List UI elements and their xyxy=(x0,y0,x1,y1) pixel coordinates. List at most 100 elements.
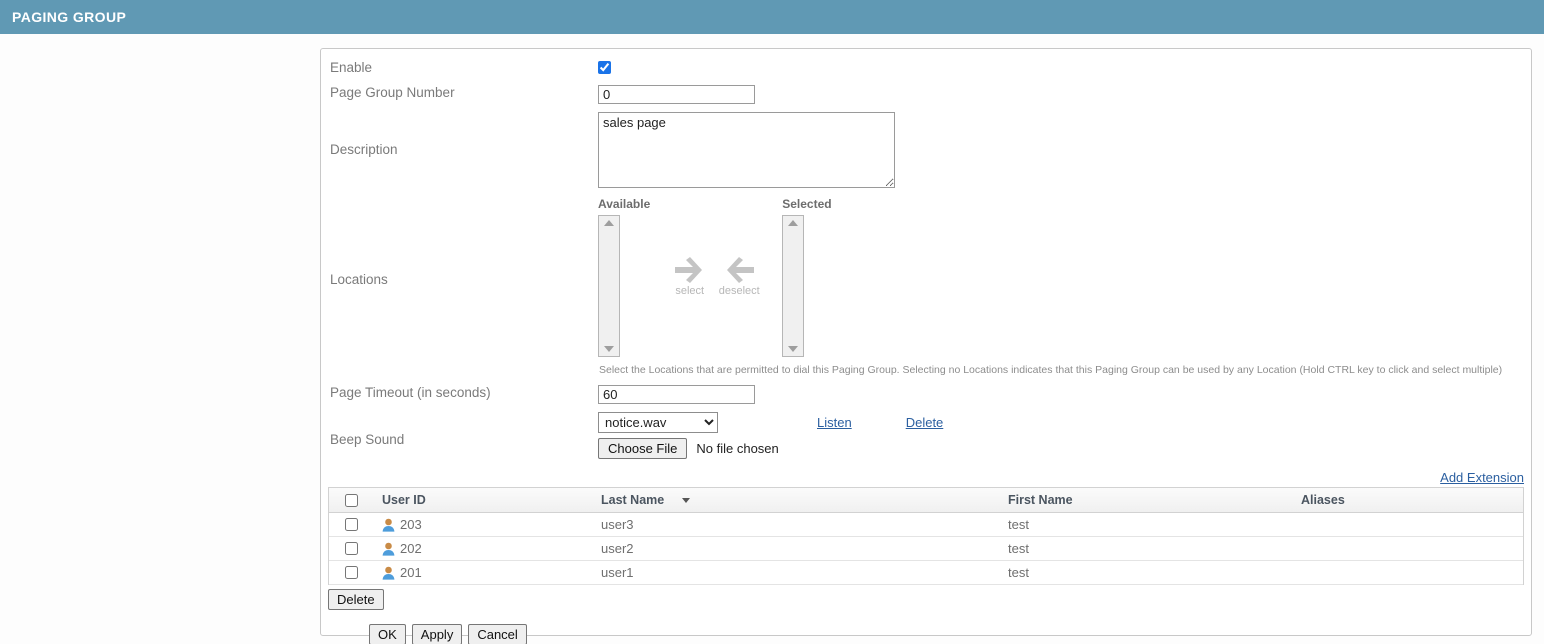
user-icon xyxy=(382,566,395,580)
row-beep-sound: Beep Sound notice.wav Listen Delete Choo… xyxy=(321,412,1531,459)
page-timeout-label: Page Timeout (in seconds) xyxy=(330,385,491,400)
row-enable: Enable xyxy=(321,60,1531,77)
page-header-bar: PAGING GROUP xyxy=(0,0,1544,34)
row-first-name-cell: test xyxy=(999,560,1292,585)
description-label: Description xyxy=(330,142,398,157)
selected-scrollbar[interactable] xyxy=(783,216,804,356)
header-last-name-label: Last Name xyxy=(601,493,665,507)
delete-row: Delete xyxy=(328,589,1531,610)
listen-link[interactable]: Listen xyxy=(817,415,852,430)
delete-sound-link[interactable]: Delete xyxy=(906,415,944,430)
row-last-name-cell: user2 xyxy=(592,536,999,561)
scroll-up-arrow-icon[interactable] xyxy=(604,220,614,226)
choose-file-button[interactable]: Choose File xyxy=(598,438,688,459)
scroll-up-arrow-icon[interactable] xyxy=(788,220,799,226)
row-select-cell xyxy=(329,512,373,537)
select-all-checkbox[interactable] xyxy=(345,493,358,507)
file-status-text: No file chosen xyxy=(696,441,779,456)
row-first-name-cell: test xyxy=(999,536,1292,561)
locations-label: Locations xyxy=(330,272,388,287)
selected-listbox[interactable] xyxy=(782,215,805,357)
page-timeout-field xyxy=(598,385,1531,404)
deselect-button[interactable]: deselect xyxy=(719,257,760,297)
beep-sound-select[interactable]: notice.wav xyxy=(598,412,718,433)
user-icon xyxy=(382,542,395,556)
page-timeout-input[interactable] xyxy=(598,385,755,404)
row-last-name-cell: user1 xyxy=(592,560,999,585)
enable-label: Enable xyxy=(330,60,373,75)
header-first-name[interactable]: First Name xyxy=(999,488,1292,513)
paging-group-form-panel: Enable Page Group Number Description sal… xyxy=(320,48,1532,644)
page-title: PAGING GROUP xyxy=(12,9,127,25)
ok-button[interactable]: OK xyxy=(369,624,406,644)
row-last-name-cell: user3 xyxy=(592,512,999,537)
delete-button[interactable]: Delete xyxy=(328,589,384,610)
row-user-id-cell: 201 xyxy=(373,560,592,585)
beep-sound-field: notice.wav Listen Delete Choose File No … xyxy=(598,412,1531,459)
user-icon xyxy=(382,518,395,532)
beep-sound-label: Beep Sound xyxy=(330,432,405,447)
header-select-all xyxy=(329,488,373,513)
beep-sound-controls: notice.wav Listen Delete xyxy=(598,412,1531,433)
row-checkbox[interactable] xyxy=(345,542,358,555)
row-checkbox[interactable] xyxy=(345,566,358,579)
extensions-table-body: 203 user3 test 202 user2 test 201 user1 … xyxy=(329,512,1523,585)
row-aliases-cell xyxy=(1292,512,1523,537)
row-aliases-cell xyxy=(1292,536,1523,561)
row-page-timeout: Page Timeout (in seconds) xyxy=(321,385,1531,404)
sort-descending-icon xyxy=(682,498,691,504)
transfer-buttons: select deselect xyxy=(650,197,782,297)
table-row[interactable]: 203 user3 test xyxy=(329,512,1523,537)
enable-checkbox[interactable] xyxy=(598,61,611,74)
selected-column: Selected xyxy=(782,197,832,357)
scroll-down-arrow-icon[interactable] xyxy=(604,346,614,352)
apply-button[interactable]: Apply xyxy=(411,624,463,644)
row-user-id-text: 201 xyxy=(400,565,422,580)
header-user-id[interactable]: User ID xyxy=(373,488,592,513)
row-user-id-cell: 203 xyxy=(373,512,592,537)
enable-field xyxy=(598,60,1531,77)
table-row[interactable]: 201 user1 test xyxy=(329,560,1523,585)
locations-hint: Select the Locations that are permitted … xyxy=(599,364,1503,376)
arrow-left-icon xyxy=(727,257,755,283)
cancel-button[interactable]: Cancel xyxy=(468,624,527,644)
table-row[interactable]: 202 user2 test xyxy=(329,536,1523,561)
row-user-id-text: 203 xyxy=(400,517,422,532)
row-select-cell xyxy=(329,560,373,585)
header-last-name[interactable]: Last Name xyxy=(592,488,999,513)
table-header-row: User ID Last Name First Name Aliases xyxy=(329,488,1523,513)
add-extension-link[interactable]: Add Extension xyxy=(1440,470,1524,485)
selected-label: Selected xyxy=(782,197,832,211)
description-field: sales page xyxy=(598,112,1531,191)
row-page-group-number: Page Group Number xyxy=(321,85,1531,104)
row-aliases-cell xyxy=(1292,560,1523,585)
row-checkbox[interactable] xyxy=(345,518,358,531)
extensions-table-wrap: User ID Last Name First Name Aliases 203… xyxy=(328,487,1524,585)
deselect-label: deselect xyxy=(718,285,760,297)
select-button[interactable]: select xyxy=(673,257,707,297)
add-extension-row: Add Extension xyxy=(321,470,1531,485)
page-group-number-input[interactable] xyxy=(598,85,755,104)
description-textarea[interactable]: sales page xyxy=(598,112,895,188)
row-user-id-text: 202 xyxy=(400,541,422,556)
page-group-number-label: Page Group Number xyxy=(330,85,455,100)
select-label: select xyxy=(675,285,705,297)
available-scrollbar[interactable] xyxy=(599,216,619,356)
form-area: Enable Page Group Number Description sal… xyxy=(321,60,1531,459)
row-first-name-cell: test xyxy=(999,512,1292,537)
page-body: Enable Page Group Number Description sal… xyxy=(0,34,1544,644)
available-label: Available xyxy=(598,197,651,211)
arrow-right-icon xyxy=(674,257,702,283)
locations-field: Available select deselect Selected Selec… xyxy=(598,197,1531,376)
scroll-down-arrow-icon[interactable] xyxy=(788,346,799,352)
file-upload-row: Choose File No file chosen xyxy=(598,438,1531,459)
extensions-table: User ID Last Name First Name Aliases 203… xyxy=(329,488,1523,585)
available-listbox[interactable] xyxy=(598,215,620,357)
available-column: Available xyxy=(598,197,650,357)
header-aliases[interactable]: Aliases xyxy=(1292,488,1523,513)
page-group-number-field xyxy=(598,85,1531,104)
row-locations: Locations Available select deselect Sele… xyxy=(321,197,1531,376)
locations-dual-list: Available select deselect Selected xyxy=(598,197,1531,357)
row-user-id-cell: 202 xyxy=(373,536,592,561)
row-select-cell xyxy=(329,536,373,561)
